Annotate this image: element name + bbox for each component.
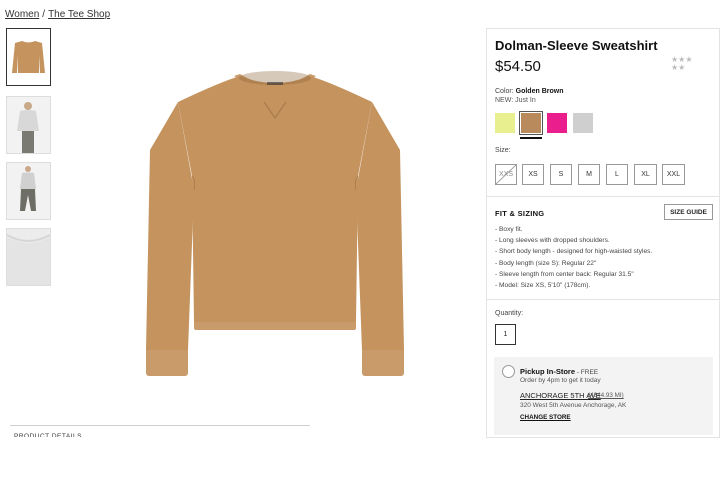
color-label-prefix: Color: [495, 88, 514, 95]
pickup-free-label: - FREE [575, 369, 599, 376]
size-m-button[interactable]: M [578, 164, 600, 185]
thumbnail-model-full[interactable] [6, 162, 51, 220]
section-divider [486, 299, 720, 300]
new-tag: NEW: Just In [495, 97, 536, 104]
rating-stars-row-2: ★★ [671, 63, 686, 72]
breadcrumb-tee-shop-link[interactable]: The Tee Shop [48, 9, 110, 20]
swatch-yellow[interactable] [495, 113, 515, 133]
pickup-title: Pickup In-Store - FREE [520, 367, 598, 376]
product-title: Dolman-Sleeve Sweatshirt [495, 38, 658, 53]
size-label: Size: [495, 147, 511, 154]
size-xl-label: XL [641, 171, 650, 178]
size-m-label: M [586, 171, 592, 178]
size-xs-label: XS [528, 171, 538, 178]
section-divider [486, 196, 720, 197]
store-distance: (4344.93 MI) [588, 392, 624, 399]
thumbnail-front[interactable] [6, 28, 51, 86]
quantity-input[interactable]: 1 [495, 324, 516, 345]
fit-detail-item: - Body length (size S): Regular 22" [495, 259, 597, 267]
fit-detail-item: - Sleeve length from center back: Regula… [495, 270, 634, 278]
product-price: $54.50 [495, 58, 541, 75]
unavailable-strike-icon [496, 165, 516, 184]
size-s-label: S [558, 171, 564, 178]
pickup-order-by: Order by 4pm to get it today [520, 377, 601, 384]
size-xl-button[interactable]: XL [634, 164, 657, 185]
breadcrumb-women-link[interactable]: Women [5, 9, 39, 20]
color-name: Golden Brown [515, 88, 564, 95]
fit-detail-item: - Long sleeves with dropped shoulders. [495, 237, 610, 245]
color-label: Color: Golden Brown [495, 88, 563, 95]
size-xxl-button[interactable]: XXL [662, 164, 685, 185]
fit-sizing-heading: FIT & SIZING [495, 209, 545, 218]
swatch-gray[interactable] [573, 113, 593, 133]
size-xs-button[interactable]: XS [522, 164, 544, 185]
size-s-button[interactable]: S [550, 164, 572, 185]
change-store-link[interactable]: CHANGE STORE [520, 414, 571, 421]
size-l-button[interactable]: L [606, 164, 628, 185]
rating-stars[interactable]: ★★★ ★★ [671, 56, 693, 72]
fit-detail-item: - Model: Size XS, 5'10" (178cm). [495, 281, 591, 289]
fit-detail-item: - Short body length - designed for high-… [495, 248, 653, 256]
breadcrumb: Women / The Tee Shop [5, 9, 110, 20]
thumbnail-fabric-detail[interactable] [6, 228, 51, 286]
thumbnail-front-image [12, 41, 45, 73]
product-details-heading[interactable]: PRODUCT DETAILS [14, 433, 82, 437]
main-product-image[interactable] [140, 60, 410, 390]
quantity-label: Quantity: [495, 310, 524, 317]
thumbnail-model-front[interactable] [6, 96, 51, 154]
store-address: 320 West 5th Avenue Anchorage, AK [520, 402, 627, 409]
size-xxs-button[interactable]: XXS [495, 164, 517, 185]
breadcrumb-separator: / [42, 9, 46, 20]
pickup-radio-button[interactable] [502, 365, 515, 378]
size-l-label: L [615, 171, 619, 178]
thumbnail-fabric-detail-image [7, 234, 50, 285]
thumbnail-model-front-image [17, 102, 39, 153]
size-guide-button[interactable]: SIZE GUIDE [664, 204, 713, 220]
size-xxl-label: XXL [666, 171, 681, 178]
image-bottom-divider [10, 425, 310, 426]
swatch-pink[interactable] [547, 113, 567, 133]
sweatshirt-image [146, 71, 404, 376]
selected-swatch-indicator [520, 137, 542, 139]
swatch-golden-brown[interactable] [519, 111, 543, 135]
pickup-title-text: Pickup In-Store [520, 367, 576, 376]
fit-details-list: - Boxy fit. - Long sleeves with dropped … [495, 224, 715, 291]
thumbnail-model-full-image [20, 166, 36, 211]
fit-detail-item: - Boxy fit. [495, 226, 523, 233]
